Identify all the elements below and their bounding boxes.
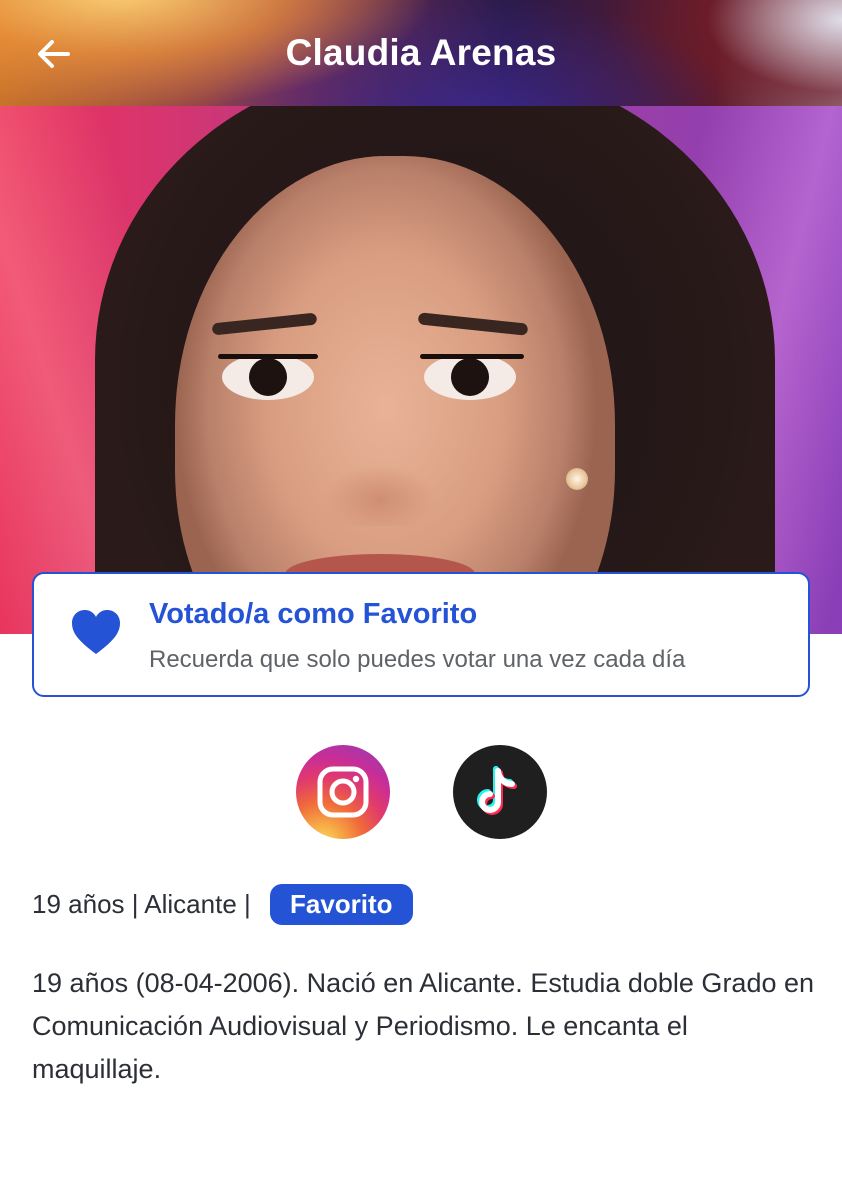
vote-status-card[interactable]: Votado/a como Favorito Recuerda que solo… (32, 572, 810, 697)
heart-icon (72, 610, 120, 654)
tiktok-icon (477, 766, 517, 815)
arrow-left-icon (38, 40, 70, 68)
profile-meta: 19 años | Alicante | Favorito (32, 884, 413, 925)
profile-bio: 19 años (08-04-2006). Nació en Alicante.… (32, 968, 815, 1084)
tiktok-button[interactable] (453, 745, 547, 839)
instagram-icon (317, 766, 369, 818)
vote-subtitle: Recuerda que solo puedes votar una vez c… (149, 646, 686, 673)
top-app-bar: Claudia Arenas (0, 0, 842, 106)
profile-photo (0, 106, 842, 634)
age-location-text: 19 años | Alicante | (32, 889, 258, 919)
favorite-badge: Favorito (270, 884, 413, 925)
vote-title: Votado/a como Favorito (149, 598, 478, 630)
instagram-button[interactable] (296, 745, 390, 839)
back-button[interactable] (30, 30, 78, 78)
page-title: Claudia Arenas (285, 32, 557, 73)
